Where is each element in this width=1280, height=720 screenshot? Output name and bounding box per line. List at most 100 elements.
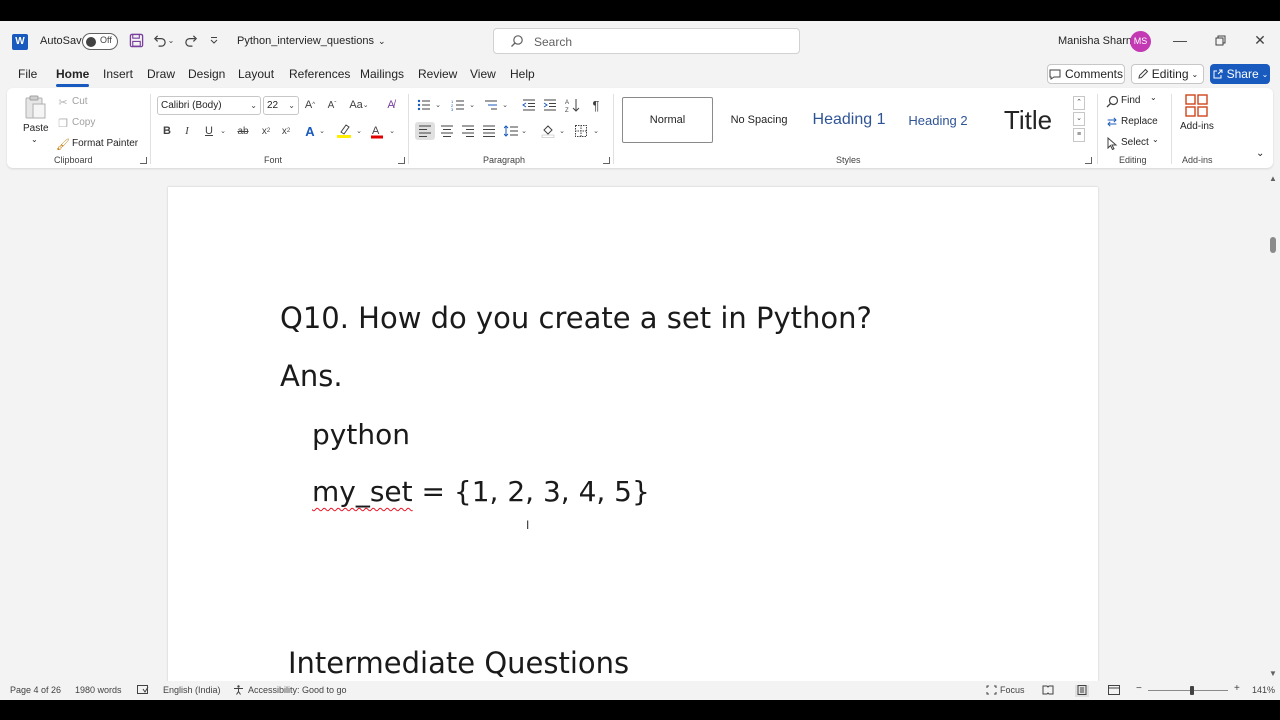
document-title[interactable]: Python_interview_questions ⌄ <box>237 35 386 47</box>
sort-icon[interactable]: AZ <box>564 96 582 114</box>
increase-indent-icon[interactable] <box>542 97 558 113</box>
zoom-slider[interactable] <box>1148 690 1228 691</box>
style-heading-1[interactable]: Heading 1 <box>805 97 893 143</box>
align-right-icon[interactable] <box>459 122 477 140</box>
customize-toolbar-icon[interactable] <box>205 31 223 49</box>
find-button[interactable]: Find <box>1121 95 1140 106</box>
align-center-icon[interactable] <box>438 122 456 140</box>
replace-button[interactable]: Replace <box>1121 116 1158 127</box>
subscript-icon[interactable]: x2 <box>259 123 273 139</box>
user-name[interactable]: Manisha Sharma <box>1058 35 1141 47</box>
read-mode-icon[interactable] <box>1042 685 1054 697</box>
multilevel-list-icon[interactable] <box>483 97 499 113</box>
accessibility-status[interactable]: Accessibility: Good to go <box>248 685 347 695</box>
add-ins-icon[interactable] <box>1184 93 1210 119</box>
redo-icon[interactable] <box>182 31 200 49</box>
chevron-down-icon[interactable]: ⌄ <box>558 123 566 139</box>
chevron-down-icon[interactable]: ⌄ <box>520 123 528 139</box>
tab-references[interactable]: References <box>289 67 350 81</box>
close-icon[interactable]: ✕ <box>1250 30 1270 50</box>
grow-font-icon[interactable]: A ^ <box>303 97 317 113</box>
comments-button[interactable]: Comments <box>1047 64 1125 84</box>
tab-draw[interactable]: Draw <box>147 67 175 81</box>
proofing-icon[interactable] <box>137 685 149 697</box>
search-box[interactable]: Search <box>493 28 800 54</box>
style-title[interactable]: Title <box>983 97 1073 143</box>
chevron-down-icon[interactable]: ⌄ <box>1150 93 1157 102</box>
bullets-icon[interactable] <box>416 97 432 113</box>
restore-icon[interactable] <box>1210 30 1230 50</box>
cut-button[interactable]: Cut <box>72 96 88 107</box>
line-spacing-icon[interactable] <box>503 122 519 140</box>
replace-icon[interactable]: ⇄ <box>1105 115 1119 129</box>
highlight-icon[interactable] <box>335 122 353 140</box>
tab-insert[interactable]: Insert <box>103 67 133 81</box>
select-icon[interactable] <box>1105 136 1119 150</box>
font-launcher-icon[interactable] <box>398 157 405 164</box>
tab-help[interactable]: Help <box>510 67 535 81</box>
chevron-down-icon[interactable]: ⌄ <box>1073 112 1085 126</box>
styles-scroll[interactable]: ⌃ ⌄ ≡ <box>1073 96 1087 146</box>
find-icon[interactable] <box>1105 94 1119 108</box>
select-button[interactable]: Select <box>1121 137 1149 148</box>
chevron-down-icon[interactable]: ⌄ <box>388 123 396 139</box>
tab-view[interactable]: View <box>470 67 496 81</box>
page-count[interactable]: Page 4 of 26 <box>10 685 61 695</box>
tab-review[interactable]: Review <box>418 67 457 81</box>
clipboard-launcher-icon[interactable] <box>140 157 147 164</box>
scroll-up-icon[interactable]: ▲ <box>1269 174 1277 183</box>
style-no-spacing[interactable]: No Spacing <box>715 97 803 143</box>
language-indicator[interactable]: English (India) <box>163 685 221 695</box>
editing-mode-button[interactable]: Editing ⌄ <box>1131 64 1204 84</box>
clear-formatting-icon[interactable]: A̸ <box>383 97 399 113</box>
chevron-down-icon[interactable]: ⌄ <box>501 97 509 113</box>
chevron-down-icon[interactable]: ⌄ <box>592 123 600 139</box>
spelling-error-word[interactable]: my_set <box>312 475 413 508</box>
tab-mailings[interactable]: Mailings <box>360 67 404 81</box>
collapse-ribbon-icon[interactable]: ⌄ <box>1256 148 1264 159</box>
minimize-icon[interactable]: — <box>1170 30 1190 50</box>
shading-icon[interactable] <box>540 122 556 140</box>
tab-file[interactable]: File <box>18 67 37 81</box>
undo-dropdown-icon[interactable]: ⌄ <box>166 31 176 49</box>
decrease-indent-icon[interactable] <box>521 97 537 113</box>
save-icon[interactable] <box>127 31 145 49</box>
print-layout-icon[interactable] <box>1075 685 1089 697</box>
font-family-dropdown[interactable]: Calibri (Body) ⌄ <box>157 96 261 115</box>
tab-design[interactable]: Design <box>188 67 225 81</box>
styles-launcher-icon[interactable] <box>1085 157 1092 164</box>
zoom-level[interactable]: 141% <box>1252 685 1275 695</box>
shrink-font-icon[interactable]: Aˇ <box>325 97 339 113</box>
more-styles-icon[interactable]: ≡ <box>1073 128 1085 142</box>
show-formatting-marks-icon[interactable]: ¶ <box>589 97 603 113</box>
change-case-icon[interactable]: Aa ⌄ <box>347 97 371 113</box>
chevron-down-icon[interactable]: ⌄ <box>468 97 476 113</box>
chevron-down-icon[interactable]: ⌄ <box>355 123 363 139</box>
tab-home[interactable]: Home <box>56 67 90 87</box>
document-page[interactable]: Q10. How do you create a set in Python? … <box>168 187 1098 681</box>
paste-icon[interactable] <box>21 93 49 121</box>
superscript-icon[interactable]: x2 <box>279 123 293 139</box>
scroll-down-icon[interactable]: ▼ <box>1269 669 1277 678</box>
zoom-in-icon[interactable]: + <box>1234 683 1240 694</box>
justify-icon[interactable] <box>480 122 498 140</box>
zoom-out-icon[interactable]: − <box>1136 683 1142 694</box>
autosave-toggle[interactable]: Off <box>82 33 118 50</box>
focus-button[interactable]: Focus <box>1000 685 1025 695</box>
chevron-down-icon[interactable]: ⌄ <box>219 123 227 139</box>
chevron-down-icon[interactable]: ⌄ <box>318 123 326 139</box>
vertical-scrollbar[interactable]: ▲ ▼ <box>1266 171 1280 681</box>
focus-icon[interactable] <box>986 685 997 697</box>
underline-icon[interactable]: U <box>203 123 215 139</box>
accessibility-icon[interactable] <box>233 685 244 697</box>
chevron-down-icon[interactable]: ⌄ <box>31 135 38 144</box>
word-count[interactable]: 1980 words <box>75 685 122 695</box>
numbering-icon[interactable]: 123 <box>450 97 466 113</box>
web-layout-icon[interactable] <box>1108 685 1120 697</box>
style-normal[interactable]: Normal <box>622 97 713 143</box>
zoom-slider-thumb[interactable] <box>1190 686 1194 695</box>
paragraph-launcher-icon[interactable] <box>603 157 610 164</box>
chevron-up-icon[interactable]: ⌃ <box>1073 96 1085 110</box>
add-ins-button[interactable]: Add-ins <box>1180 121 1214 132</box>
borders-icon[interactable] <box>573 122 589 140</box>
